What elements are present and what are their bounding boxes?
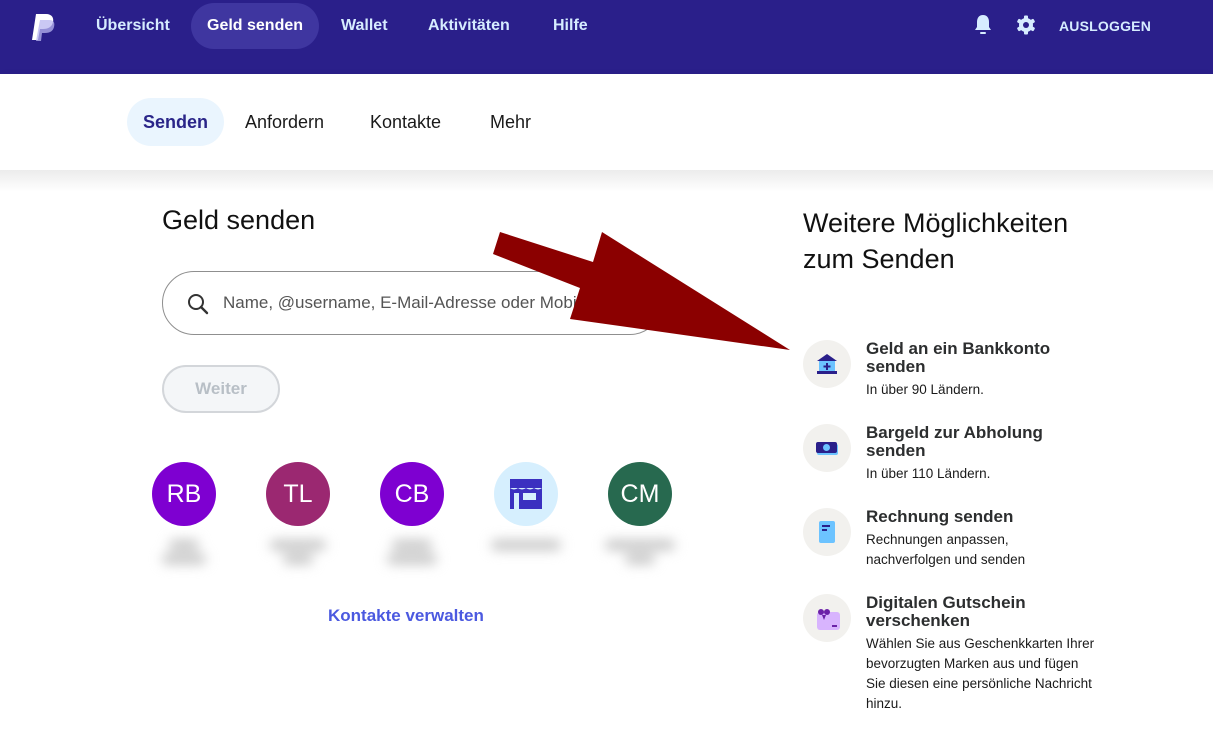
contact-name-blurred — [488, 536, 564, 576]
option-title: Digitalen Gutschein verschenken — [866, 593, 1026, 630]
avatar: CM — [608, 462, 672, 526]
subnav-shadow — [0, 170, 1213, 192]
contact-item[interactable]: CB — [380, 462, 444, 564]
store-icon — [510, 479, 542, 509]
contact-item[interactable] — [491, 462, 561, 550]
option-subtitle: In über 110 Ländern. — [866, 466, 991, 481]
cash-icon-container — [803, 424, 851, 472]
option-title: Rechnung senden — [866, 507, 1014, 526]
manage-contacts-link[interactable]: Kontakte verwalten — [328, 606, 484, 626]
nav-send-money[interactable]: Geld senden — [191, 3, 320, 49]
gift-card-icon — [817, 609, 840, 630]
tab-more[interactable]: Mehr — [474, 98, 547, 146]
tab-contacts[interactable]: Kontakte — [354, 98, 457, 146]
contact-name-blurred — [260, 536, 336, 576]
contact-item[interactable]: CM — [605, 462, 675, 564]
recipient-search[interactable] — [162, 271, 662, 335]
nav-overview[interactable]: Übersicht — [80, 3, 186, 49]
contact-name-blurred — [374, 536, 450, 576]
gift-card-icon-container — [803, 594, 851, 642]
contact-name-blurred — [146, 536, 222, 576]
nav-help[interactable]: Hilfe — [537, 3, 604, 49]
page-title: Geld senden — [162, 205, 316, 235]
cash-icon — [816, 442, 838, 455]
bell-icon[interactable] — [973, 14, 993, 36]
sub-navigation: Senden Anfordern Kontakte Mehr — [0, 74, 1213, 170]
contact-item[interactable]: TL — [266, 462, 330, 564]
bank-icon — [817, 354, 837, 374]
avatar: TL — [266, 462, 330, 526]
bank-icon-container — [803, 340, 851, 388]
contact-item[interactable]: RB — [152, 462, 216, 564]
invoice-icon — [819, 521, 835, 543]
top-navigation: Übersicht Geld senden Wallet Aktivitäten… — [0, 0, 1213, 74]
option-subtitle: Rechnungen anpassen, nachverfolgen und s… — [866, 532, 1026, 567]
continue-button[interactable]: Weiter — [162, 365, 280, 413]
tab-request[interactable]: Anfordern — [229, 98, 340, 146]
tab-send[interactable]: Senden — [127, 98, 225, 146]
recipient-search-input[interactable] — [223, 272, 643, 334]
option-subtitle: Wählen Sie aus Geschenkkarten Ihrer bevo… — [866, 636, 1095, 711]
option-subtitle: In über 90 Ländern. — [866, 382, 984, 397]
avatar: RB — [152, 462, 216, 526]
search-icon — [188, 294, 209, 315]
invoice-icon-container — [803, 508, 851, 556]
more-options-title: Weitere Möglichkeiten zum Senden — [803, 208, 1069, 274]
paypal-logo[interactable] — [30, 12, 56, 42]
nav-activities[interactable]: Aktivitäten — [412, 3, 526, 49]
avatar: CB — [380, 462, 444, 526]
option-title: Geld an ein Bankkonto senden — [866, 339, 1051, 376]
gear-icon[interactable] — [1016, 14, 1036, 36]
avatar — [494, 462, 558, 526]
logout-button[interactable]: AUSLOGGEN — [1059, 3, 1151, 49]
contact-name-blurred — [602, 536, 678, 576]
nav-wallet[interactable]: Wallet — [325, 3, 404, 49]
option-title: Bargeld zur Abholung senden — [866, 423, 1043, 460]
